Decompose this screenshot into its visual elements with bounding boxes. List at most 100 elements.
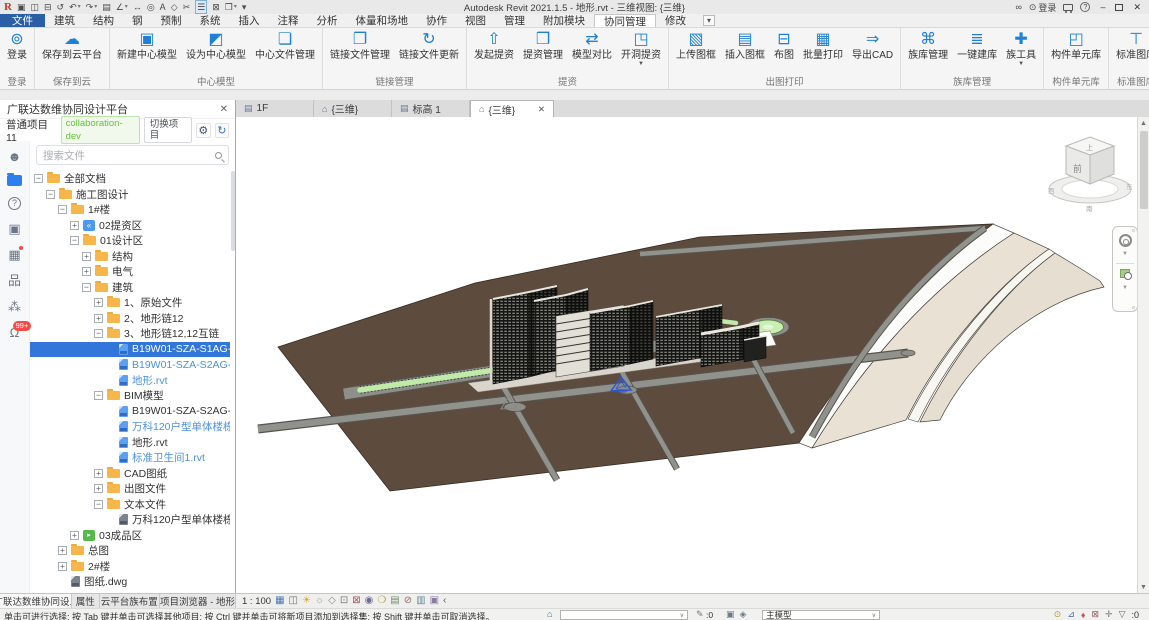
thin-lines-icon[interactable]: ☰ <box>195 0 207 14</box>
switch-project-button[interactable]: 切换项目 <box>144 117 192 143</box>
ribbon-tab-体量和场地[interactable]: 体量和场地 <box>347 14 418 27</box>
bottom-tab-1[interactable]: 属性 <box>72 594 100 608</box>
expand-icon[interactable]: + <box>58 562 67 571</box>
tree-item[interactable]: −BIM模型 <box>30 388 230 404</box>
close-button[interactable]: ✕ <box>1130 2 1144 13</box>
drag-select-icon[interactable]: ✛ <box>1105 609 1113 620</box>
export-cad-button[interactable]: ⇒导出CAD <box>848 29 897 61</box>
expand-icon[interactable]: + <box>94 484 103 493</box>
tree-item[interactable]: +2、地形链12 <box>30 311 230 327</box>
dropdown-caret-icon[interactable]: ▾ <box>94 1 97 13</box>
panel-settings-icon[interactable]: ⚙ <box>196 123 210 138</box>
collapse-icon[interactable]: − <box>46 190 55 199</box>
component-unit-library-button[interactable]: ◰构件单元库 <box>1047 29 1105 61</box>
visual-style-icon[interactable]: ◫ <box>289 595 298 607</box>
dropdown-caret-icon[interactable]: ▾ <box>78 1 81 13</box>
ribbon-tab-附加模块[interactable]: 附加模块 <box>534 14 594 27</box>
initiate-submission-button[interactable]: ⇧发起提资 <box>470 29 518 61</box>
ribbon-tab-分析[interactable]: 分析 <box>308 14 347 27</box>
expand-icon[interactable]: + <box>82 267 91 276</box>
sync-icon[interactable]: ↺ <box>57 1 65 13</box>
temp-view-props-icon[interactable]: ▤ <box>390 595 399 607</box>
tree-item[interactable]: 万科120户型单体楼栋.dwg <box>30 512 230 528</box>
design-options-select[interactable]: 主模型∨ <box>762 610 880 620</box>
ribbon-toggle-icon[interactable]: ▾ <box>703 15 715 26</box>
filter-icon[interactable]: ▽ <box>1119 609 1126 620</box>
notifications-icon[interactable]: Ω99+ <box>10 325 20 340</box>
view-tab-3d-2[interactable]: ⌂{三维}✕ <box>470 100 554 117</box>
tree-item[interactable]: −全部文档 <box>30 171 230 187</box>
collapse-arrow-icon[interactable]: ‹ <box>443 595 446 607</box>
help-icon[interactable]: ? <box>8 197 21 210</box>
redo-icon[interactable]: ↷▾ <box>86 1 98 13</box>
ribbon-tab-视图[interactable]: 视图 <box>456 14 495 27</box>
collapse-icon[interactable]: − <box>70 236 79 245</box>
tree-item[interactable]: +1、原始文件 <box>30 295 230 311</box>
one-key-library-button[interactable]: ≣一键建库 <box>953 29 1001 61</box>
model-compare-button[interactable]: ⇄模型对比 <box>568 29 616 61</box>
bottom-tab-2[interactable]: 云平台族布置 <box>100 594 160 608</box>
ribbon-tab-预制[interactable]: 预制 <box>152 14 191 27</box>
tree-item[interactable]: −1#楼 <box>30 202 230 218</box>
3d-view-icon[interactable]: ◇ <box>171 1 178 13</box>
ribbon-tab-建筑[interactable]: 建筑 <box>45 14 84 27</box>
compass-west-label[interactable]: 西 <box>1048 187 1055 195</box>
worksets-icon[interactable]: ⌂ <box>547 609 552 619</box>
tree-item[interactable]: +总图 <box>30 543 230 559</box>
viewcube[interactable]: 上 前 南 东 西 <box>1046 119 1136 219</box>
tree-item[interactable]: −01设计区 <box>30 233 230 249</box>
save-icon[interactable]: ⊟ <box>44 1 52 13</box>
ribbon-tab-插入[interactable]: 插入 <box>230 14 269 27</box>
constraints-icon[interactable]: ▥ <box>416 595 425 607</box>
text-icon[interactable]: A <box>160 1 166 13</box>
bottom-tab-0[interactable]: 广联达数维协同设... <box>0 594 72 608</box>
expand-icon[interactable]: + <box>94 314 103 323</box>
ribbon-tab-钢[interactable]: 钢 <box>123 14 152 27</box>
hide-analytical-icon[interactable]: ⊘ <box>404 595 412 607</box>
ribbon-tab-结构[interactable]: 结构 <box>84 14 123 27</box>
tree-scrollbar[interactable] <box>231 171 235 251</box>
scroll-down-icon[interactable]: ▼ <box>1138 581 1149 593</box>
expand-icon[interactable]: + <box>94 298 103 307</box>
upload-titleblock-button[interactable]: ▧上传图框 <box>672 29 720 61</box>
zoom-dropdown-icon[interactable]: ▼ <box>1122 285 1128 291</box>
ribbon-tab-系统[interactable]: 系统 <box>191 14 230 27</box>
opening-submission-button[interactable]: ◳开洞提资▼ <box>617 29 665 67</box>
viewcube-top-label[interactable]: 上 <box>1086 143 1093 152</box>
views-icon[interactable]: ▣ <box>17 1 26 13</box>
view-scale[interactable]: 1 : 100 <box>242 596 271 607</box>
link-file-update-button[interactable]: ↻链接文件更新 <box>395 29 463 61</box>
drawing-area[interactable]: 上 前 南 东 西 ▼ ▼ <box>236 117 1137 593</box>
worksharing-icon[interactable]: ▣ <box>430 595 439 607</box>
select-by-face-icon[interactable]: ⊠ <box>1091 609 1099 620</box>
team-icon[interactable]: ⁂ <box>8 299 21 314</box>
select-pinned-icon[interactable]: ♦ <box>1081 610 1086 620</box>
tree-item[interactable]: −施工图设计 <box>30 187 230 203</box>
switch-windows-icon[interactable]: ❐▾ <box>225 1 237 13</box>
login-button[interactable]: ⊚登录 <box>3 29 31 61</box>
tree-item[interactable]: 万科120户型单体楼栋.rvt <box>30 419 230 435</box>
batch-print-button[interactable]: ▦批量打印 <box>799 29 847 61</box>
tree-item[interactable]: +结构 <box>30 249 230 265</box>
dropdown-caret-icon[interactable]: ▾ <box>234 1 237 13</box>
central-file-manage-button[interactable]: ❏中心文件管理 <box>251 29 319 61</box>
view-tab-level1[interactable]: ▤标高 1 <box>392 100 470 117</box>
undo-icon[interactable]: ↶▾ <box>69 1 81 13</box>
insert-titleblock-button[interactable]: ▤插入图框 <box>721 29 769 61</box>
tree-item[interactable]: 地形.rvt <box>30 373 230 389</box>
reveal-hidden-icon[interactable]: ❍ <box>377 595 386 607</box>
steering-wheel-icon[interactable] <box>1119 234 1132 247</box>
expand-icon[interactable]: + <box>58 546 67 555</box>
restore-button[interactable] <box>1115 4 1123 11</box>
tree-item[interactable]: +电气 <box>30 264 230 280</box>
family-library-button[interactable]: ⌘族库管理 <box>904 29 952 61</box>
viewcube-front-label[interactable]: 前 <box>1073 163 1082 174</box>
tree-item[interactable]: −3、地形链12,12互链 <box>30 326 230 342</box>
print-icon[interactable]: ▤ <box>102 1 111 13</box>
ribbon-tab-文件[interactable]: 文件 <box>0 14 45 27</box>
customize-qat-icon[interactable]: ▾ <box>242 1 247 13</box>
cart-icon[interactable] <box>1063 4 1073 11</box>
ribbon-tab-协作[interactable]: 协作 <box>417 14 456 27</box>
tree-item[interactable]: +«02提资区 <box>30 218 230 234</box>
render-icon[interactable]: ◇ <box>328 595 336 607</box>
